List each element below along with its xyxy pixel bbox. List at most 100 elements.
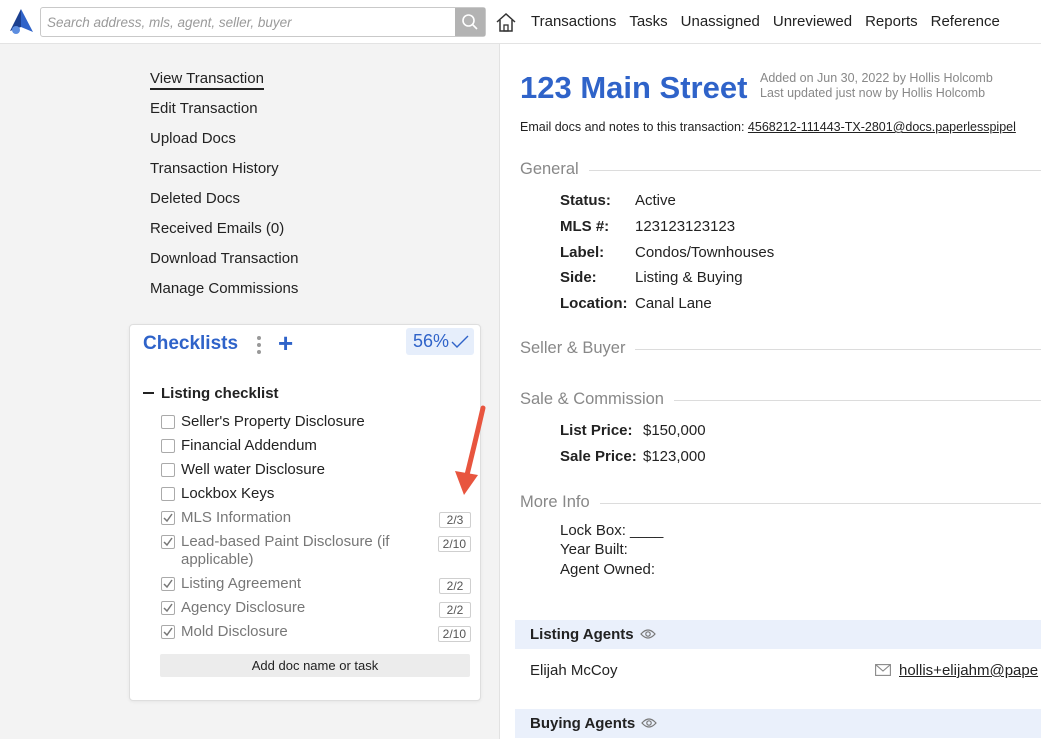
check-icon xyxy=(451,335,469,348)
item-checkbox[interactable] xyxy=(161,439,175,453)
list-price-row: List Price: $150,000 xyxy=(560,422,706,439)
location-row: Location: Canal Lane xyxy=(560,295,712,312)
section-title: Sale & Commission xyxy=(520,390,674,409)
checklist-group-toggle[interactable]: Listing checklist xyxy=(143,385,279,402)
download-transaction-link[interactable]: Download Transaction xyxy=(150,250,298,280)
checkmark-icon xyxy=(163,537,173,547)
upload-docs-link[interactable]: Upload Docs xyxy=(150,130,298,160)
checklist-item: Agency Disclosure 2/2 xyxy=(161,599,471,623)
transaction-meta: Added on Jun 30, 2022 by Hollis Holcomb … xyxy=(760,71,993,101)
nav-reference[interactable]: Reference xyxy=(931,13,1000,30)
item-checkbox[interactable] xyxy=(161,511,175,525)
mls-row: MLS #: 123123123123 xyxy=(560,218,736,235)
buying-agents-header: Buying Agents xyxy=(515,709,1041,738)
eye-icon[interactable] xyxy=(639,628,656,640)
item-checkbox[interactable] xyxy=(161,577,175,591)
home-icon[interactable] xyxy=(495,11,517,33)
annotation-arrow-icon xyxy=(455,405,486,495)
nav-reports[interactable]: Reports xyxy=(865,13,918,30)
checklist-item: Lockbox Keys xyxy=(161,485,471,509)
agent-email-link[interactable]: hollis+elijahm@pape xyxy=(899,662,1038,679)
add-doc-button[interactable]: Add doc name or task xyxy=(160,654,470,677)
nav-unassigned[interactable]: Unassigned xyxy=(681,13,760,30)
side-row: Side: Listing & Buying xyxy=(560,269,743,286)
doc-count-badge[interactable]: 2/10 xyxy=(437,536,471,552)
checklist-item: Well water Disclosure xyxy=(161,461,471,485)
transaction-email-link[interactable]: 4568212-111443-TX-2801@docs.paperlesspip… xyxy=(748,120,1016,134)
item-checkbox[interactable] xyxy=(161,601,175,615)
nav-tasks[interactable]: Tasks xyxy=(629,13,667,30)
label-row: Label: Condos/Townhouses xyxy=(560,244,775,261)
view-transaction-link[interactable]: View Transaction xyxy=(150,70,298,100)
item-label[interactable]: Lead-based Paint Disclosure (if applicab… xyxy=(181,533,411,569)
mail-icon xyxy=(875,664,891,676)
checklist-item: Financial Addendum xyxy=(161,437,471,461)
transaction-email-line: Email docs and notes to this transaction… xyxy=(520,120,1016,134)
section-general: General xyxy=(520,160,1041,180)
doc-count-badge[interactable]: 2/3 xyxy=(439,512,471,528)
item-checkbox[interactable] xyxy=(161,463,175,477)
deleted-docs-link[interactable]: Deleted Docs xyxy=(150,190,298,220)
item-label[interactable]: Mold Disclosure xyxy=(181,623,411,641)
listing-agent-name: Elijah McCoy xyxy=(530,662,618,679)
item-checkbox[interactable] xyxy=(161,487,175,501)
status-row: Status: Active xyxy=(560,192,676,209)
email-prefix: Email docs and notes to this transaction… xyxy=(520,120,745,134)
search-input[interactable] xyxy=(41,8,455,36)
section-divider xyxy=(520,170,1041,171)
item-checkbox[interactable] xyxy=(161,415,175,429)
checklist-item: Listing Agreement 2/2 xyxy=(161,575,471,599)
section-title: More Info xyxy=(520,493,600,512)
checkmark-icon xyxy=(163,627,173,637)
section-title: Seller & Buyer xyxy=(520,339,636,358)
lock-box-row: Lock Box: ____ xyxy=(560,522,664,539)
doc-count-badge[interactable]: 2/2 xyxy=(439,578,471,594)
search-button[interactable] xyxy=(455,8,485,36)
section-seller-buyer: Seller & Buyer xyxy=(520,339,1041,359)
checklist-progress-badge: 56% xyxy=(406,328,474,355)
checklist-item: MLS Information 2/3 xyxy=(161,509,471,533)
checklist-group-title: Listing checklist xyxy=(161,385,279,402)
transaction-history-link[interactable]: Transaction History xyxy=(150,160,298,190)
item-label[interactable]: MLS Information xyxy=(181,509,411,527)
checklist-percent: 56% xyxy=(413,331,450,351)
left-panel: View Transaction Edit Transaction Upload… xyxy=(0,44,500,739)
item-label[interactable]: Agency Disclosure xyxy=(181,599,411,617)
item-label[interactable]: Listing Agreement xyxy=(181,575,411,593)
item-label[interactable]: Seller's Property Disclosure xyxy=(181,413,411,431)
buying-agents-title: Buying Agents xyxy=(530,715,636,732)
added-on-text: Added on Jun 30, 2022 by Hollis Holcomb xyxy=(760,71,993,85)
nav-unreviewed[interactable]: Unreviewed xyxy=(773,13,852,30)
edit-transaction-link[interactable]: Edit Transaction xyxy=(150,100,298,130)
received-emails-link[interactable]: Received Emails (0) xyxy=(150,220,298,250)
item-label[interactable]: Well water Disclosure xyxy=(181,461,411,479)
last-updated-text: Last updated just now by Hollis Holcomb xyxy=(760,86,986,100)
checklist-item: Seller's Property Disclosure xyxy=(161,413,471,437)
kebab-menu-icon[interactable] xyxy=(255,335,263,355)
listing-agents-header: Listing Agents xyxy=(515,620,1041,649)
section-title: General xyxy=(520,160,589,179)
search-box xyxy=(40,7,486,37)
add-checklist-button[interactable]: + xyxy=(278,330,293,356)
item-label[interactable]: Financial Addendum xyxy=(181,437,411,455)
agent-owned-row: Agent Owned: xyxy=(560,561,656,578)
checklists-title: Checklists xyxy=(143,333,239,354)
listing-agents-title: Listing Agents xyxy=(530,626,634,643)
doc-count-badge[interactable]: 2/2 xyxy=(439,602,471,618)
search-icon xyxy=(462,14,478,30)
item-checkbox[interactable] xyxy=(161,625,175,639)
checklist-items: Seller's Property Disclosure Financial A… xyxy=(161,413,471,647)
checkmark-icon xyxy=(163,513,173,523)
transaction-actions: View Transaction Edit Transaction Upload… xyxy=(150,70,298,310)
manage-commissions-link[interactable]: Manage Commissions xyxy=(150,280,298,310)
doc-count-badge[interactable]: 2/10 xyxy=(437,626,471,642)
item-checkbox[interactable] xyxy=(161,535,175,549)
nav-transactions[interactable]: Transactions xyxy=(531,13,616,30)
logo-icon[interactable] xyxy=(8,8,34,36)
checklist-item: Lead-based Paint Disclosure (if applicab… xyxy=(161,533,471,575)
item-label[interactable]: Lockbox Keys xyxy=(181,485,411,503)
main-nav: Transactions Tasks Unassigned Unreviewed… xyxy=(531,13,1013,30)
collapse-icon xyxy=(143,391,154,394)
checkmark-icon xyxy=(163,579,173,589)
eye-icon[interactable] xyxy=(641,717,658,729)
